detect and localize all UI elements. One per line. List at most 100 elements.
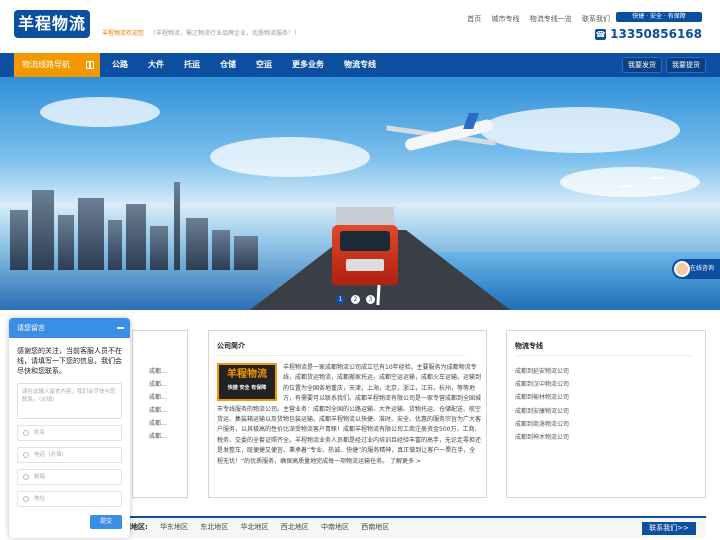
routes-title: 物流专线 xyxy=(515,341,694,356)
email-field[interactable]: 邮箱 xyxy=(17,469,122,485)
top-links: 首页 城市专线 物流专线一览 联系我们 xyxy=(459,14,610,24)
chat-message-input[interactable]: 请在此输入留言内容，我们会尽快与您联系。（必填） xyxy=(17,383,122,419)
route-link[interactable]: 成都到榆林物流公司 xyxy=(515,391,569,404)
list-item[interactable]: 成都... xyxy=(149,365,167,378)
about-logo: 羊程物流快捷 安全 有保障 xyxy=(217,363,277,401)
name-field-placeholder: 姓名 xyxy=(34,430,46,436)
welcome-text: 羊程物流欢迎您 （羊程物流，蜀辽物流行业品牌企业，优质物流服务！） xyxy=(102,28,300,37)
minimize-icon[interactable] xyxy=(117,327,124,329)
top-link-routes[interactable]: 物流专线一览 xyxy=(530,15,572,23)
route-link[interactable]: 成都到商洛物流公司 xyxy=(515,418,569,431)
nav-item-air[interactable]: 空运 xyxy=(246,53,282,77)
page: { "header": { "logo_text": "羊程物流", "welc… xyxy=(0,0,720,540)
building xyxy=(186,218,208,270)
building xyxy=(10,210,28,270)
about-title-text: 公司简介 xyxy=(217,342,245,350)
nav-route-guide[interactable]: 物流线路导航 xyxy=(14,53,100,77)
slider-dot-2[interactable]: 2 xyxy=(351,295,360,304)
left-list: 成都... 成都... 成都... 成都... 成都... 成都... xyxy=(149,365,167,443)
list-item[interactable]: 成都... xyxy=(149,378,167,391)
nav-item-warehouse[interactable]: 仓储 xyxy=(210,53,246,77)
building xyxy=(234,236,258,270)
welcome-subtitle: （羊程物流，蜀辽物流行业品牌企业，优质物流服务！） xyxy=(150,30,301,37)
chat-title: 请您留言 xyxy=(17,324,45,332)
nav-item-consign[interactable]: 托运 xyxy=(174,53,210,77)
slider-dot-1[interactable]: 1 xyxy=(336,295,345,304)
route-link[interactable]: 成都到延安物流公司 xyxy=(515,365,569,378)
contact-us-button[interactable]: 联系我们>> xyxy=(642,522,696,535)
cloud xyxy=(210,137,370,177)
location-icon xyxy=(23,496,29,502)
chat-widget: 请您留言 感谢您的关注，当前客服人员不在线，请填写一下您的信息，我们会尽快和您联… xyxy=(9,318,130,538)
nav-item-lines[interactable]: 物流专线 xyxy=(334,53,386,77)
cloud xyxy=(560,167,700,197)
user-icon xyxy=(23,430,29,436)
online-consult-button[interactable]: 在线咨询 xyxy=(672,259,720,279)
top-link-contact[interactable]: 联系我们 xyxy=(582,15,610,23)
chat-header: 请您留言 xyxy=(9,318,130,338)
agent-avatar-icon xyxy=(674,261,690,277)
about-logo-sub: 快捷 安全 有保障 xyxy=(227,385,267,392)
region-central-south[interactable]: 中南地区 xyxy=(321,523,349,531)
list-item[interactable]: 成都... xyxy=(149,430,167,443)
route-link[interactable]: 成都到神木物流公司 xyxy=(515,431,569,444)
submit-button[interactable]: 提交 xyxy=(90,515,122,529)
route-link[interactable]: 成都到汉中物流公司 xyxy=(515,378,569,391)
list-item[interactable]: 成都... xyxy=(149,404,167,417)
region-north[interactable]: 华北地区 xyxy=(241,523,269,531)
top-link-home[interactable]: 首页 xyxy=(467,15,481,23)
routes-list: 成都到延安物流公司 成都到汉中物流公司 成都到榆林物流公司 成都到安康物流公司 … xyxy=(515,365,569,444)
left-panel: 成都... 成都... 成都... 成都... 成都... 成都... xyxy=(132,330,188,498)
about-logo-text: 羊程物流 xyxy=(227,369,267,380)
cloud xyxy=(40,97,160,127)
nav-route-guide-label: 物流线路导航 xyxy=(22,60,70,69)
address-field[interactable]: 地址 xyxy=(17,491,122,507)
nav-item-more[interactable]: 更多业务 xyxy=(282,53,334,77)
nav-item-oversize[interactable]: 大件 xyxy=(138,53,174,77)
bird-icon xyxy=(620,185,634,188)
email-field-placeholder: 邮箱 xyxy=(34,474,46,480)
address-field-placeholder: 地址 xyxy=(34,496,46,502)
region-east[interactable]: 华东地区 xyxy=(160,523,188,531)
region-southwest[interactable]: 西南地区 xyxy=(361,523,389,531)
about-text: 羊程物流 快捷 安全 有保障 羊程物流是一家成都物流公司成立已有10年经验。主要服… xyxy=(217,363,481,467)
logo[interactable]: 羊程物流 xyxy=(14,10,90,38)
plane-fuselage xyxy=(403,118,495,152)
region-items: 门地区: 华东地区 东北地区 华北地区 西北地区 中南地区 西南地区 xyxy=(124,522,399,532)
region-northwest[interactable]: 西北地区 xyxy=(281,523,309,531)
building xyxy=(126,204,146,270)
building xyxy=(212,230,230,270)
region-northeast[interactable]: 东北地区 xyxy=(200,523,228,531)
list-item[interactable]: 成都... xyxy=(149,417,167,430)
cloud xyxy=(480,107,680,153)
header: 羊程物流 羊程物流欢迎您 （羊程物流，蜀辽物流行业品牌企业，优质物流服务！） 首页… xyxy=(0,0,720,52)
mail-icon xyxy=(23,474,29,480)
routes-title-text: 物流专线 xyxy=(515,342,543,350)
building xyxy=(32,190,54,270)
building xyxy=(58,215,74,270)
pickup-button[interactable]: 我要提货 xyxy=(666,57,706,73)
about-more-link[interactable]: 了解更多 > xyxy=(390,458,421,465)
ship-button[interactable]: 我要发货 xyxy=(622,57,662,73)
hero-banner: 1 2 3 xyxy=(0,77,720,310)
list-item[interactable]: 成都... xyxy=(149,391,167,404)
truck-image xyxy=(332,207,402,287)
main-nav: 物流线路导航 公路 大件 托运 仓储 空运 更多业务 物流专线 我要发货 我要提… xyxy=(0,53,720,77)
phone-field-placeholder: 电话（必填） xyxy=(34,452,68,458)
name-field[interactable]: 姓名 xyxy=(17,425,122,441)
city-skyline xyxy=(0,180,270,270)
phone-icon xyxy=(23,452,29,458)
chat-message: 感谢您的关注，当前客服人员不在线，请填写一下您的信息，我们会尽快和您联系。 xyxy=(17,347,122,375)
nav-item-road[interactable]: 公路 xyxy=(102,53,138,77)
phone-field[interactable]: 电话（必填） xyxy=(17,447,122,463)
route-link[interactable]: 成都到安康物流公司 xyxy=(515,405,569,418)
bird-icon xyxy=(650,177,664,180)
building xyxy=(78,198,104,270)
about-title: 公司简介 xyxy=(217,341,467,356)
about-panel: 公司简介 羊程物流 快捷 安全 有保障 羊程物流是一家成都物流公司成立已有10年经… xyxy=(208,330,487,498)
hotline: ☎ 13350856168 xyxy=(595,27,702,41)
phone-icon: ☎ xyxy=(595,28,607,40)
slider-dot-3[interactable]: 3 xyxy=(366,295,375,304)
tower xyxy=(174,182,180,270)
top-link-city[interactable]: 城市专线 xyxy=(492,15,520,23)
